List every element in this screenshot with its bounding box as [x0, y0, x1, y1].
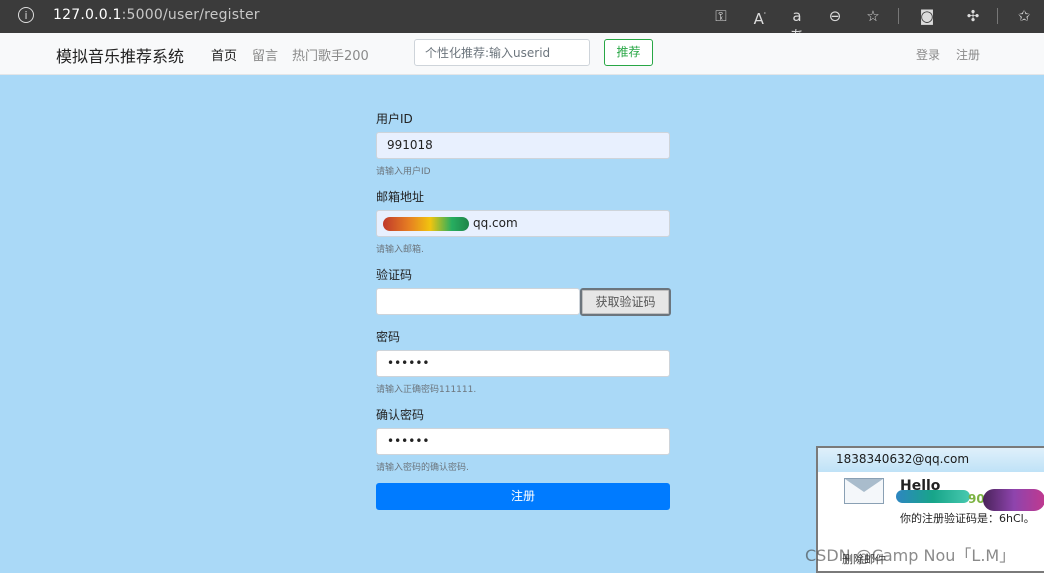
notification-header: 1838340632@qq.com [818, 448, 1044, 472]
envelope-icon [844, 478, 884, 504]
nav-home[interactable]: 首页 [211, 45, 237, 64]
password-help: 请输入正确密码111111. [376, 385, 477, 395]
site-brand[interactable]: 模拟音乐推荐系统 [56, 43, 184, 67]
recommend-userid-input[interactable] [414, 39, 590, 66]
password-input[interactable]: •••••• [376, 350, 670, 377]
read-aloud-icon[interactable]: Aʾ [749, 6, 771, 29]
zoom-out-icon[interactable]: ⊖ [824, 6, 846, 26]
info-icon[interactable]: i [18, 7, 34, 23]
add-favorite-icon[interactable]: ☆ [862, 6, 884, 26]
url-path: :5000/user/register [121, 7, 260, 23]
register-submit-button[interactable]: 注册 [376, 483, 670, 510]
email-input[interactable]: qq.com [376, 210, 670, 237]
profile-icon[interactable]: ◙ [916, 6, 938, 26]
code-label: 验证码 [376, 268, 413, 282]
browser-toolbar: i 127.0.0.1:5000/user/register ⚿ Aʾ aあ ⊖… [0, 0, 1044, 45]
login-link[interactable]: 登录 [916, 46, 940, 63]
toolbar-divider [898, 8, 899, 24]
watermark: CSDN @Camp Nou「L.M」 [805, 546, 1016, 565]
register-link[interactable]: 注册 [956, 46, 980, 63]
userid-label: 用户ID [376, 112, 413, 126]
confirm-password-input[interactable]: •••••• [376, 428, 670, 455]
confirm-password-label: 确认密码 [376, 408, 425, 422]
verification-message: 你的注册验证码是：6hCl。 [900, 512, 1035, 525]
favorites-icon[interactable]: ✩ [1013, 6, 1035, 26]
userid-input[interactable]: 991018 [376, 132, 670, 159]
redacted-blot [896, 490, 970, 503]
get-code-button[interactable]: 获取验证码 [580, 288, 671, 316]
nav-top-singers[interactable]: 热门歌手200 [292, 45, 369, 64]
sender-email: 1838340632@qq.com [836, 452, 970, 466]
verification-code-input[interactable] [376, 288, 580, 315]
url-host: 127.0.0.1 [53, 7, 122, 23]
email-domain: qq.com [473, 216, 518, 230]
nav-messages[interactable]: 留言 [252, 45, 278, 64]
key-icon[interactable]: ⚿ [710, 6, 732, 26]
redacted-blot [983, 489, 1044, 511]
password-label: 密码 [376, 330, 401, 344]
toolbar-divider [997, 8, 998, 24]
email-label: 邮箱地址 [376, 190, 425, 204]
recommend-button[interactable]: 推荐 [604, 39, 653, 66]
userid-help: 请输入用户ID [376, 167, 431, 177]
navbar: 模拟音乐推荐系统 首页 留言 热门歌手200 推荐 登录 注册 [0, 33, 1044, 75]
confirm-password-help: 请输入密码的确认密码. [376, 463, 469, 473]
redacted-email-blot [383, 217, 469, 231]
extensions-icon[interactable]: ✣ [962, 6, 984, 26]
address-bar[interactable]: 127.0.0.1:5000/user/register [53, 7, 260, 23]
email-help: 请输入邮箱. [376, 245, 424, 255]
